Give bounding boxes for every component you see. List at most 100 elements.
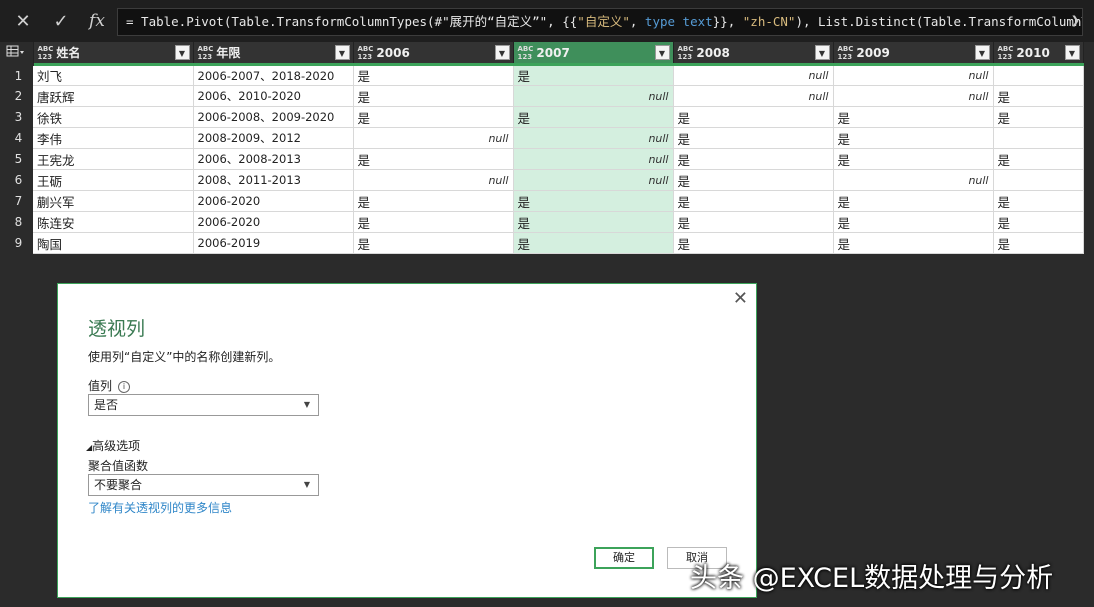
table-cell[interactable]: null (353, 169, 514, 191)
table-cell[interactable]: 是 (833, 190, 994, 212)
table-cell[interactable]: null (673, 64, 834, 86)
table-cell[interactable]: 是 (353, 232, 514, 254)
row-number[interactable]: 3 (4, 106, 33, 128)
table-cell[interactable]: 2006-2020 (193, 190, 354, 212)
table-cell[interactable]: 唐跃辉 (33, 85, 194, 107)
formula-input[interactable]: = Table.Pivot(Table.TransformColumnTypes… (117, 8, 1083, 36)
table-cell[interactable]: 2006、2008-2013 (193, 148, 354, 170)
table-cell[interactable]: 2008-2009、2012 (193, 127, 354, 149)
any-type-icon[interactable]: ABC 123 (38, 45, 54, 61)
any-type-icon[interactable]: ABC 123 (998, 45, 1014, 61)
table-cell[interactable]: 刘飞 (33, 64, 194, 86)
any-type-icon[interactable]: ABC 123 (678, 45, 694, 61)
table-cell[interactable]: null (353, 127, 514, 149)
table-cell[interactable]: 是 (833, 211, 994, 233)
table-cell[interactable]: 是 (513, 211, 674, 233)
table-cell[interactable]: 是 (353, 85, 514, 107)
table-cell[interactable]: 是 (353, 211, 514, 233)
table-cell[interactable]: 是 (353, 190, 514, 212)
info-icon[interactable]: i (118, 380, 131, 393)
row-number[interactable]: 1 (4, 64, 33, 86)
table-cell[interactable] (993, 169, 1084, 191)
column-header[interactable]: ABC 123 2010 ▼ (993, 42, 1084, 66)
confirm-formula-icon[interactable]: ✓ (46, 8, 76, 34)
table-cell[interactable]: 2006、2010-2020 (193, 85, 354, 107)
table-cell[interactable]: 王砺 (33, 169, 194, 191)
column-header[interactable]: ABC 123 2007 ▼ (513, 42, 674, 66)
table-cell[interactable]: 是 (513, 64, 674, 86)
table-cell[interactable]: 是 (993, 190, 1084, 212)
table-cell[interactable]: 是 (673, 211, 834, 233)
table-cell[interactable]: null (833, 85, 994, 107)
column-header[interactable]: ABC 123 年限 ▼ (193, 42, 354, 66)
any-type-icon[interactable]: ABC 123 (838, 45, 854, 61)
filter-dropdown-icon[interactable]: ▼ (974, 45, 990, 60)
filter-dropdown-icon[interactable]: ▼ (814, 45, 830, 60)
filter-dropdown-icon[interactable]: ▼ (334, 45, 350, 60)
table-cell[interactable]: 李伟 (33, 127, 194, 149)
table-cell[interactable]: 是 (673, 169, 834, 191)
table-cell[interactable]: null (513, 169, 674, 191)
any-type-icon[interactable]: ABC 123 (358, 45, 374, 61)
table-cell[interactable]: null (513, 148, 674, 170)
table-cell[interactable]: 蒯兴军 (33, 190, 194, 212)
row-number[interactable]: 6 (4, 169, 33, 191)
column-header[interactable]: ABC 123 姓名 ▼ (33, 42, 194, 66)
table-cell[interactable]: 是 (993, 106, 1084, 128)
values-column-select[interactable]: 是否 ▼ (88, 394, 319, 416)
table-cell[interactable]: null (513, 85, 674, 107)
table-cell[interactable]: null (513, 127, 674, 149)
table-cell[interactable]: 是 (833, 106, 994, 128)
row-number[interactable]: 2 (4, 85, 33, 107)
table-cell[interactable]: 陈连安 (33, 211, 194, 233)
any-type-icon[interactable]: ABC 123 (198, 45, 214, 61)
table-cell[interactable]: 是 (353, 106, 514, 128)
row-number[interactable]: 7 (4, 190, 33, 212)
column-header[interactable]: ABC 123 2009 ▼ (833, 42, 994, 66)
table-cell[interactable]: 是 (353, 148, 514, 170)
table-cell[interactable]: 王宪龙 (33, 148, 194, 170)
table-cell[interactable]: 是 (993, 232, 1084, 254)
table-cell[interactable]: null (833, 64, 994, 86)
table-cell[interactable]: 是 (993, 148, 1084, 170)
table-cell[interactable]: 是 (353, 64, 514, 86)
table-menu-icon[interactable] (4, 42, 34, 66)
row-number[interactable]: 9 (4, 232, 33, 254)
table-cell[interactable]: null (833, 169, 994, 191)
column-header[interactable]: ABC 123 2006 ▼ (353, 42, 514, 66)
close-icon[interactable]: ✕ (733, 288, 748, 309)
table-cell[interactable] (993, 64, 1084, 86)
table-cell[interactable]: 2008、2011-2013 (193, 169, 354, 191)
table-cell[interactable]: 是 (993, 85, 1084, 107)
table-cell[interactable]: 是 (833, 127, 994, 149)
table-cell[interactable]: 2006-2008、2009-2020 (193, 106, 354, 128)
table-cell[interactable]: 是 (833, 232, 994, 254)
ok-button[interactable]: 确定 (594, 547, 654, 569)
filter-dropdown-icon[interactable]: ▼ (1064, 45, 1080, 60)
table-cell[interactable]: 是 (513, 190, 674, 212)
any-type-icon[interactable]: ABC 123 (518, 45, 534, 61)
fx-icon[interactable]: fx (82, 8, 112, 34)
filter-dropdown-icon[interactable]: ▼ (494, 45, 510, 60)
table-cell[interactable] (993, 127, 1084, 149)
table-cell[interactable]: 是 (673, 232, 834, 254)
cancel-formula-icon[interactable]: ✕ (8, 8, 38, 34)
aggregate-function-select[interactable]: 不要聚合 ▼ (88, 474, 319, 496)
table-cell[interactable]: 是 (513, 106, 674, 128)
table-cell[interactable]: 是 (673, 106, 834, 128)
expand-formula-chevron-icon[interactable]: ❯ (1071, 14, 1080, 27)
filter-dropdown-icon[interactable]: ▼ (654, 45, 670, 60)
learn-more-link[interactable]: 了解有关透视列的更多信息 (88, 499, 232, 516)
table-cell[interactable]: 是 (833, 148, 994, 170)
table-cell[interactable]: 2006-2007、2018-2020 (193, 64, 354, 86)
advanced-options-toggle[interactable]: ◢高级选项 (86, 437, 140, 454)
table-cell[interactable]: 是 (673, 148, 834, 170)
row-number[interactable]: 8 (4, 211, 33, 233)
table-cell[interactable]: 是 (993, 211, 1084, 233)
filter-dropdown-icon[interactable]: ▼ (174, 45, 190, 60)
table-cell[interactable]: 徐铁 (33, 106, 194, 128)
table-cell[interactable]: null (673, 85, 834, 107)
row-number[interactable]: 4 (4, 127, 33, 149)
table-cell[interactable]: 是 (513, 232, 674, 254)
table-cell[interactable]: 是 (673, 190, 834, 212)
